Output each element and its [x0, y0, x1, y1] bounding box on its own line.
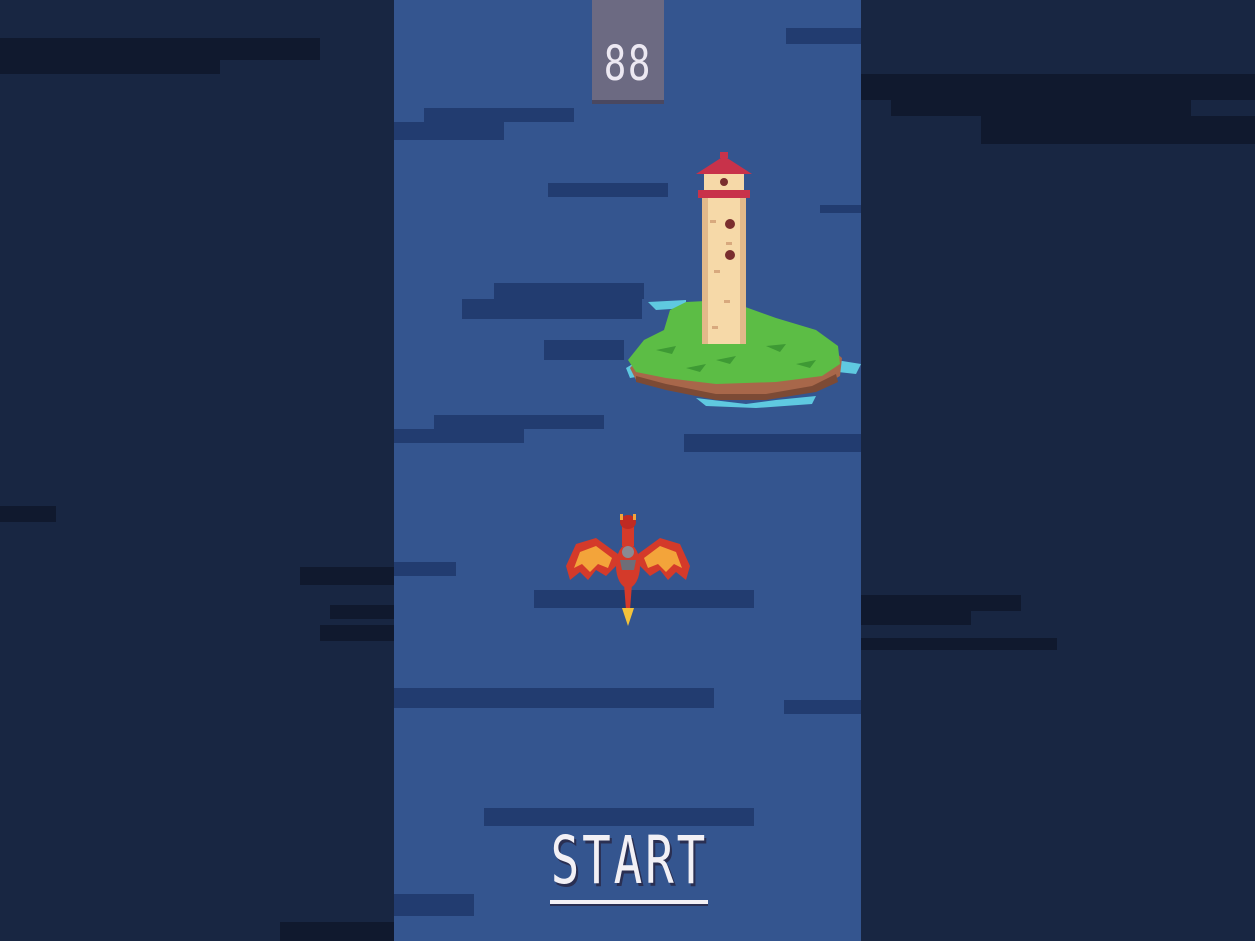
cloud-shadow — [544, 340, 624, 360]
cloud-shadow — [861, 74, 1255, 100]
right-letterbox — [861, 0, 1255, 941]
score-value: 88 — [603, 36, 653, 92]
cloud-shadow — [320, 625, 394, 641]
cloud-shadow — [394, 122, 504, 140]
cloud-shadow — [981, 116, 1255, 144]
cloud-shadow — [424, 108, 574, 122]
cloud-shadow — [786, 28, 861, 44]
game-viewport[interactable]: 88 START — [394, 0, 861, 941]
cloud-shadow — [861, 638, 1057, 650]
cloud-shadow — [891, 100, 1191, 116]
cloud-shadow — [330, 605, 394, 619]
cloud-shadow — [861, 595, 1021, 611]
red-dragon-icon — [566, 514, 690, 630]
cloud-shadow — [394, 562, 456, 576]
game-screen: 88 START — [0, 0, 1255, 941]
cloud-shadow — [494, 283, 644, 299]
cloud-shadow — [0, 38, 320, 60]
cloud-shadow — [684, 434, 861, 452]
cloud-shadow — [394, 688, 714, 708]
lighthouse-island-icon — [626, 150, 861, 415]
start-label: START — [550, 822, 708, 899]
start-underline — [550, 900, 708, 904]
cloud-shadow — [861, 611, 971, 625]
cloud-shadow — [784, 700, 861, 714]
start-button[interactable]: START — [546, 826, 712, 906]
cloud-shadow — [394, 894, 474, 916]
cloud-shadow — [394, 429, 524, 443]
left-letterbox — [0, 0, 394, 941]
cloud-shadow — [462, 299, 642, 319]
score-panel: 88 — [592, 0, 664, 104]
cloud-shadow — [300, 567, 394, 585]
cloud-shadow — [280, 922, 394, 941]
cloud-shadow — [0, 60, 220, 74]
cloud-shadow — [434, 415, 604, 429]
cloud-shadow — [0, 506, 56, 522]
